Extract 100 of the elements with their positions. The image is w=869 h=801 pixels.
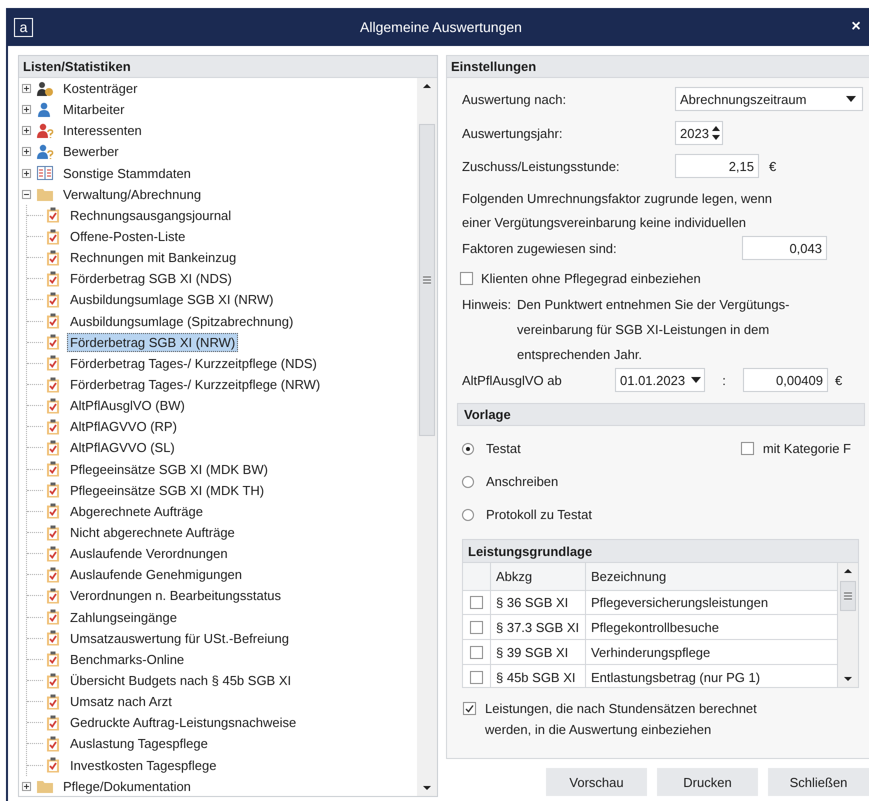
checkbox[interactable]	[740, 442, 754, 455]
checkbox[interactable]	[463, 702, 476, 715]
tree-item[interactable]: Förderbetrag SGB XI (NDS)	[67, 269, 235, 288]
checkbox[interactable]	[470, 620, 483, 634]
field-label: Auswertungsjahr:	[462, 126, 564, 140]
radio-button[interactable]	[462, 476, 474, 488]
tree-item[interactable]: Pflege/Dokumentation	[60, 776, 194, 796]
tree-item[interactable]: Mitarbeiter	[60, 100, 128, 120]
table-cell: § 36 SGB XI	[491, 590, 586, 615]
radio-button[interactable]	[462, 442, 474, 454]
input-field[interactable]: 0,043	[742, 236, 827, 260]
radio-label: Protokoll zu Testat	[486, 507, 592, 522]
date-picker[interactable]: 01.01.2023	[615, 368, 705, 392]
clipboard-check-icon	[45, 482, 61, 498]
tree-item[interactable]: Rechnungen mit Bankeinzug	[67, 248, 240, 268]
scroll-thumb[interactable]	[419, 124, 435, 436]
tree-item[interactable]: Förderbetrag SGB XI (NRW)	[67, 332, 238, 352]
dialog-button[interactable]: Vorschau	[546, 768, 647, 796]
tree-item[interactable]: Gedruckte Auftrag-Leistungsnachweise	[67, 713, 300, 732]
checkbox[interactable]	[470, 596, 483, 608]
clipboard-check-icon	[45, 714, 61, 731]
year-spinner[interactable]: 2023	[675, 121, 723, 145]
tree-item[interactable]: Zahlungseingänge	[67, 608, 180, 627]
radio-button[interactable]	[462, 508, 474, 520]
tree-item[interactable]: AltPflAusglVO (BW)	[67, 396, 188, 416]
clipboard-check-icon	[45, 376, 61, 393]
section-header: Einstellungen	[447, 56, 869, 78]
field-label: Faktoren zugewiesen sind:	[462, 240, 618, 256]
radio-label: Testat	[486, 441, 521, 456]
tree-item[interactable]: Investkosten Tagespflege	[67, 756, 220, 775]
tree-item[interactable]: Verordnungen n. Bearbeitungsstatus	[67, 586, 284, 606]
field-label: AltPflAusglVO ab	[462, 372, 563, 388]
clipboard-check-icon	[45, 334, 61, 350]
expand-icon[interactable]	[22, 782, 31, 791]
table-cell: Verhinderungspflege	[586, 640, 838, 665]
tree-item[interactable]: Pflegeeinsätze SGB XI (MDK TH)	[67, 480, 268, 500]
tree-item[interactable]: Förderbetrag Tages-/ Kurzzeitpflege (NRW)	[67, 375, 324, 394]
tree-item[interactable]: Abgerechnete Aufträge	[67, 502, 206, 521]
clipboard-check-icon	[45, 524, 61, 541]
dialog-button[interactable]: Drucken	[657, 768, 758, 796]
dropdown[interactable]: Abrechnungszeitraum	[675, 87, 863, 111]
tree-item[interactable]: Benchmarks-Online	[67, 650, 188, 669]
clipboard-check-icon	[45, 609, 61, 626]
tree-item[interactable]: Auslaufende Verordnungen	[67, 544, 231, 564]
clipboard-check-icon	[45, 250, 61, 266]
window-title: Allgemeine Auswertungen	[359, 19, 523, 35]
expand-icon[interactable]	[22, 126, 31, 136]
tree-item[interactable]: Übersicht Budgets nach § 45b SGB XI	[67, 671, 294, 690]
tree-item[interactable]: AltPflAGVVO (RP)	[67, 417, 180, 436]
hint-text: Den Punktwert entnehmen Sie der Vergütungs- vereinbarung für SGB XI-Leistungen in dem entsprechenden Jahr.	[517, 296, 790, 364]
panel-header: Listen/Statistiken	[19, 56, 437, 78]
tree-item[interactable]: Umsatzauswertung für USt.-Befreiung	[67, 628, 292, 648]
collapse-icon[interactable]	[22, 190, 31, 199]
column-header[interactable]: Abkzg	[491, 563, 586, 591]
person-question-icon	[36, 144, 54, 160]
tree-item[interactable]: Auslaufende Genehmigungen	[67, 565, 246, 584]
expand-icon[interactable]	[22, 147, 31, 156]
scrollbar[interactable]	[417, 78, 437, 796]
section-header: Vorlage	[457, 403, 865, 426]
expand-icon[interactable]	[22, 84, 31, 94]
tree-item[interactable]: Sonstige Stammdaten	[60, 164, 194, 183]
clipboard-check-icon	[45, 228, 61, 245]
close-button[interactable]: ×	[849, 18, 863, 36]
clipboard-check-icon	[45, 270, 61, 287]
tree-item[interactable]: Rechnungsausgangsjournal	[67, 206, 234, 225]
expand-icon[interactable]	[22, 105, 31, 114]
input-field[interactable]: 2,15	[675, 154, 759, 178]
tree-item[interactable]: Förderbetrag Tages-/ Kurzzeitpflege (NDS)	[67, 354, 320, 373]
folder-icon	[36, 778, 54, 794]
clipboard-check-icon	[45, 440, 61, 456]
tree-item[interactable]: Verwaltung/Abrechnung	[60, 184, 204, 204]
caret-icon[interactable]	[691, 377, 701, 383]
caret-icon[interactable]	[846, 96, 856, 102]
expand-icon[interactable]	[22, 168, 31, 178]
clipboard-check-icon	[45, 292, 61, 308]
checkbox[interactable]	[470, 670, 483, 684]
radio-label: Anschreiben	[486, 474, 558, 489]
table-cell: § 45b SGB XI	[491, 665, 586, 687]
scrollbar[interactable]	[838, 563, 858, 687]
checkbox[interactable]	[470, 646, 483, 658]
tree-item[interactable]: Interessenten	[60, 121, 145, 140]
tree-item[interactable]: Pflegeeinsätze SGB XI (MDK BW)	[67, 460, 271, 479]
unit-label: €	[769, 158, 776, 174]
tree-item[interactable]: Kostenträger	[60, 79, 140, 98]
tree-item[interactable]: Ausbildungsumlage SGB XI (NRW)	[67, 290, 277, 310]
tree-item[interactable]: Ausbildungsumlage (Spitzabrechnung)	[67, 312, 296, 331]
tree-item[interactable]: Nicht abgerechnete Aufträge	[67, 523, 238, 542]
tree-item[interactable]: Umsatz nach Arzt	[67, 692, 175, 712]
tree-item[interactable]: Auslastung Tagespflege	[67, 734, 211, 754]
tree-item[interactable]: Offene-Posten-Liste	[67, 227, 188, 246]
tree-item[interactable]: AltPflAGVVO (SL)	[67, 438, 178, 458]
dialog-button[interactable]: Schließen	[768, 768, 869, 796]
tree-item[interactable]: Bewerber	[60, 142, 122, 162]
column-header[interactable]: Bezeichnung	[586, 563, 838, 591]
grip-icon	[844, 592, 852, 600]
field-label: Zuschuss/Leistungsstunde:	[462, 158, 621, 174]
input-field[interactable]: 0,00409	[743, 368, 828, 392]
checkbox[interactable]	[460, 272, 473, 284]
scroll-thumb[interactable]	[840, 581, 856, 611]
checkbox-label: Klienten ohne Pflegegrad einbeziehen	[481, 270, 701, 286]
